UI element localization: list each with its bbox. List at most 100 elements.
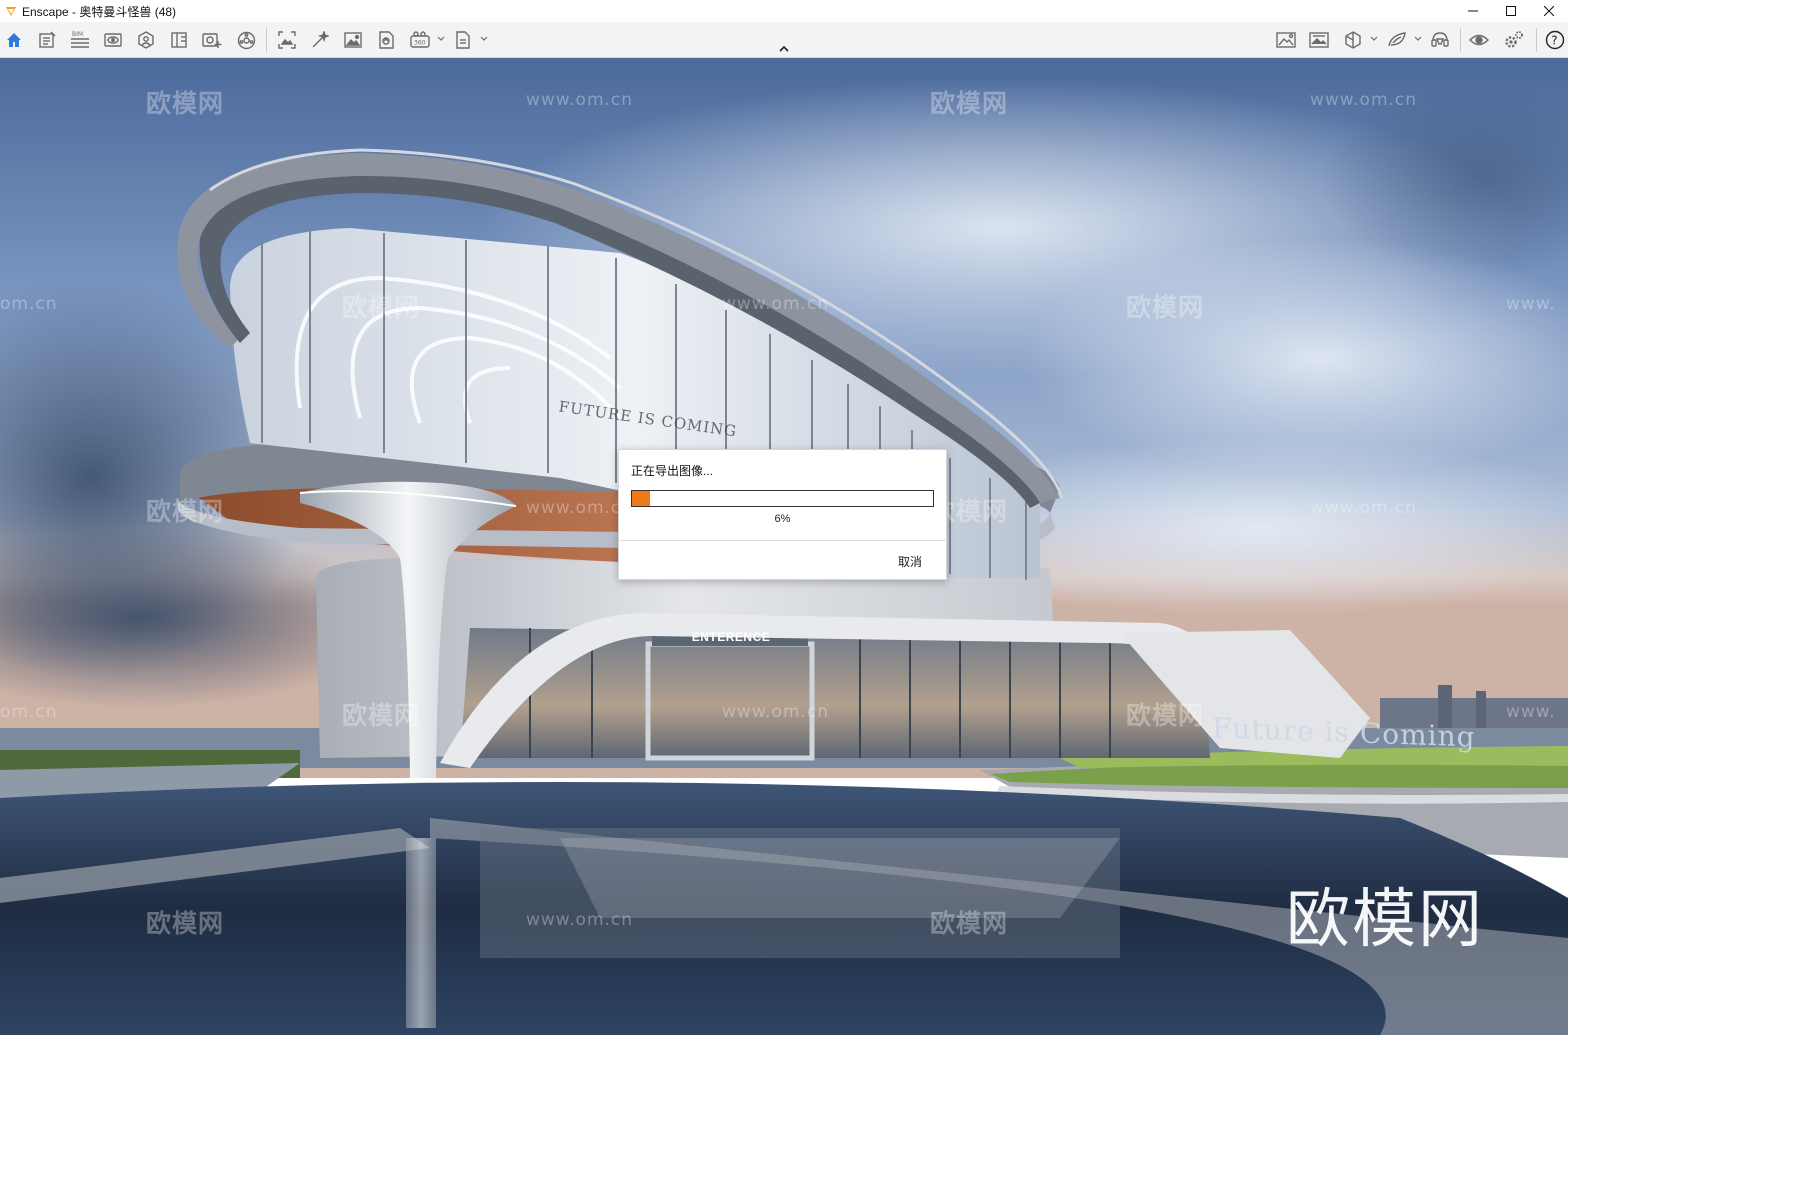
- watermark-url: om.cn: [0, 294, 58, 314]
- watermark-text: 欧模网: [342, 293, 421, 322]
- watermark-text: 欧模网: [342, 701, 421, 730]
- panorama-button[interactable]: [374, 28, 398, 52]
- dialog-divider: [619, 540, 946, 541]
- title-bar: Enscape - 奥特曼斗怪兽 (48): [0, 0, 1568, 22]
- svg-text:360: 360: [414, 40, 426, 47]
- capture-mode-icon: [1276, 32, 1296, 48]
- enscape-toolbar: BIM 360 ?: [0, 22, 1568, 58]
- toolbar-separator: [1460, 28, 1461, 52]
- settings-icon: [1505, 31, 1523, 48]
- material-editor-button[interactable]: [167, 28, 191, 52]
- batch-render-icon: [312, 31, 329, 48]
- headset-button[interactable]: [1428, 28, 1452, 52]
- settings-button[interactable]: [1502, 28, 1526, 52]
- maximize-icon: [1506, 6, 1516, 16]
- watermark-url: www.om.cn: [1310, 90, 1418, 110]
- watermark-url: www.: [1506, 294, 1556, 314]
- maximize-button[interactable]: [1492, 0, 1530, 22]
- watermark-text: 欧模网: [1126, 701, 1205, 730]
- video-dropdown[interactable]: [436, 34, 446, 44]
- screenshot-icon: [278, 31, 296, 49]
- batch-render-button[interactable]: [308, 28, 332, 52]
- add-view-icon: [202, 33, 222, 48]
- watermark-text: 欧模网: [146, 909, 225, 938]
- home-icon: [7, 33, 21, 47]
- video-button[interactable]: 360: [408, 28, 432, 52]
- visual-settings-button[interactable]: [234, 28, 258, 52]
- watermark-url: www.: [1506, 702, 1556, 722]
- views-button[interactable]: [101, 28, 125, 52]
- capture-mode-button[interactable]: [1274, 28, 1298, 52]
- export-dropdown[interactable]: [479, 34, 489, 44]
- image-library-button[interactable]: [1307, 28, 1331, 52]
- watermark-url: www.om.cn: [722, 294, 830, 314]
- views-icon: [104, 33, 122, 47]
- watermark-text: 欧模网: [1126, 293, 1205, 322]
- close-icon: [1544, 6, 1554, 16]
- toolbar-separator: [266, 28, 267, 52]
- asset-library-icon: [138, 31, 154, 49]
- help-icon: ?: [1545, 30, 1565, 50]
- cancel-button[interactable]: 取消: [898, 553, 922, 570]
- visibility-button[interactable]: [1467, 28, 1491, 52]
- chevron-down-icon: [437, 36, 445, 41]
- panorama-icon: [379, 31, 394, 49]
- enscape-logo-icon: [6, 7, 16, 16]
- export-icon: [456, 31, 470, 49]
- bim-icon: BIM: [71, 31, 89, 48]
- home-button[interactable]: [2, 28, 26, 52]
- watermark-url: www.om.cn: [722, 702, 830, 722]
- window-controls: [1454, 0, 1568, 22]
- chevron-down-icon: [1370, 36, 1378, 41]
- collapse-toolbar-button[interactable]: [776, 44, 792, 54]
- svg-text:BIM: BIM: [72, 31, 83, 38]
- material-editor-icon: [171, 32, 187, 48]
- entrance-sign: ENTERENCE: [691, 630, 771, 644]
- minimize-icon: [1468, 10, 1478, 12]
- asset-library-button[interactable]: [134, 28, 158, 52]
- close-button[interactable]: [1530, 0, 1568, 22]
- image-export-button[interactable]: [341, 28, 365, 52]
- export-button[interactable]: [451, 28, 475, 52]
- minimize-button[interactable]: [1454, 0, 1492, 22]
- screenshot-button[interactable]: [275, 28, 299, 52]
- watermark-url: www.om.cn: [526, 90, 634, 110]
- video-icon: 360: [410, 31, 430, 48]
- watermark-url: www.om.cn: [526, 498, 634, 518]
- visibility-icon: [1469, 34, 1489, 46]
- feedback-button[interactable]: [1385, 28, 1409, 52]
- visual-settings-icon: [237, 31, 255, 49]
- toolbar-separator: [1536, 28, 1537, 52]
- headset-icon: [1431, 32, 1449, 47]
- export-progress-dialog: 正在导出图像... 6% 取消: [618, 449, 947, 580]
- image-library-icon: [1309, 32, 1329, 48]
- progress-bar-fill: [632, 491, 651, 506]
- project-icon: [39, 31, 56, 48]
- watermark-logo-text: 欧模网: [1286, 883, 1484, 957]
- feedback-dropdown[interactable]: [1413, 34, 1423, 44]
- export-progress-bar: [631, 490, 934, 507]
- watermark-url: www.om.cn: [526, 910, 634, 930]
- image-export-icon: [344, 32, 362, 48]
- watermark-url: om.cn: [0, 702, 58, 722]
- vr-icon: [1345, 31, 1361, 49]
- dialog-title: 正在导出图像...: [631, 464, 714, 478]
- chevron-down-icon: [480, 36, 488, 41]
- add-view-button[interactable]: [200, 28, 224, 52]
- bim-button[interactable]: BIM: [68, 28, 92, 52]
- help-button[interactable]: ?: [1543, 28, 1567, 52]
- chevron-down-icon: [1414, 36, 1422, 41]
- watermark-text: 欧模网: [146, 89, 225, 118]
- project-button[interactable]: [35, 28, 59, 52]
- watermark-url: www.om.cn: [1310, 498, 1418, 518]
- vr-button[interactable]: [1341, 28, 1365, 52]
- watermark-text: 欧模网: [930, 909, 1009, 938]
- window-title: Enscape - 奥特曼斗怪兽 (48): [22, 4, 177, 19]
- watermark-text: 欧模网: [146, 497, 225, 526]
- vr-dropdown[interactable]: [1369, 34, 1379, 44]
- watermark-text: 欧模网: [930, 89, 1009, 118]
- chevron-up-icon: [779, 46, 789, 52]
- svg-text:?: ?: [1551, 34, 1557, 48]
- feedback-icon: [1388, 32, 1406, 47]
- progress-percent-label: 6%: [774, 513, 791, 525]
